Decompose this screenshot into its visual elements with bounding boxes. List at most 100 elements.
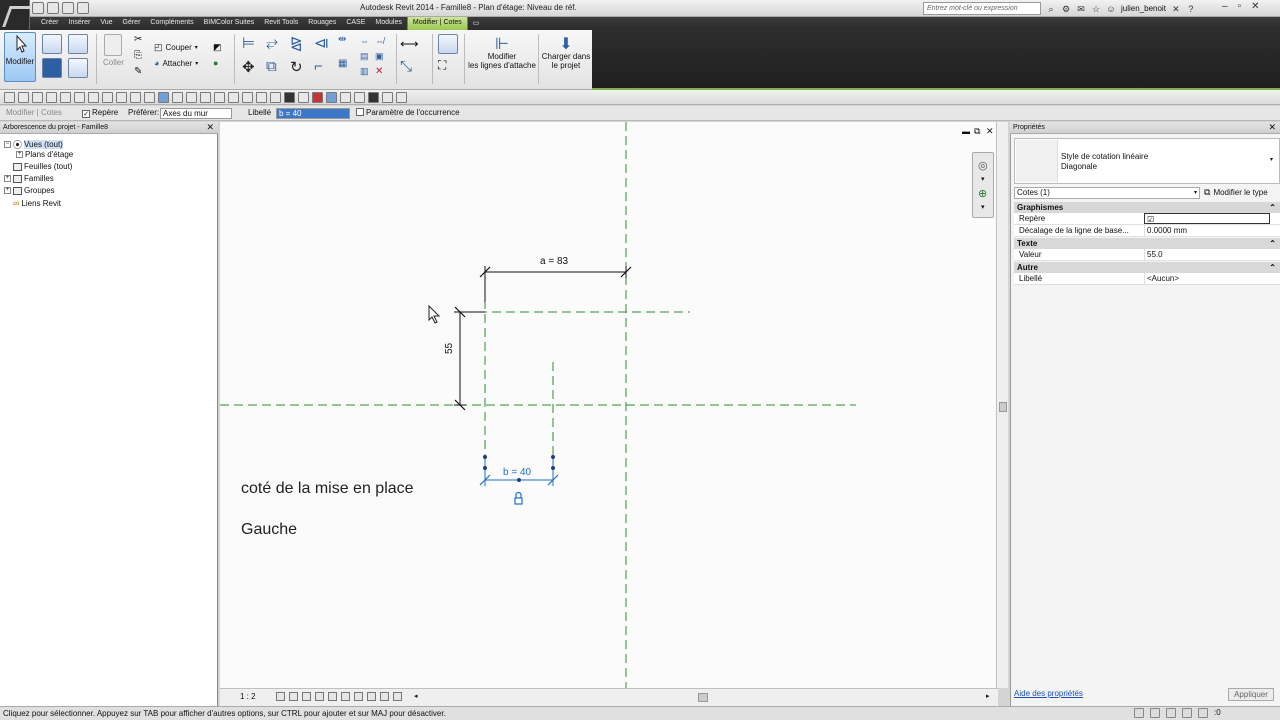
chevron-down-icon[interactable]: ▾ xyxy=(1270,156,1273,163)
paste-icon[interactable] xyxy=(104,34,122,56)
temp-hide-icon[interactable] xyxy=(353,692,363,701)
constraints-icon[interactable] xyxy=(392,692,402,701)
exchange-icon[interactable]: ✕ xyxy=(1171,4,1181,14)
sun-path-icon[interactable] xyxy=(301,692,311,701)
show-crop-icon[interactable] xyxy=(340,692,350,701)
sync-icon[interactable] xyxy=(32,92,43,103)
tree-item-revit-links[interactable]: ∞ Liens Revit xyxy=(4,198,61,208)
view-close-icon[interactable]: ✕ xyxy=(986,126,994,137)
mirror-draw-icon[interactable]: ⧏ xyxy=(314,34,338,58)
user-icon[interactable]: ☺ xyxy=(1106,4,1116,14)
expand-icon[interactable]: + xyxy=(4,175,11,182)
steering-wheel-icon[interactable]: ◎ xyxy=(978,159,988,172)
expand-icon[interactable]: + xyxy=(16,151,23,158)
open-icon[interactable] xyxy=(32,2,44,14)
measure-small-icon[interactable] xyxy=(88,92,99,103)
property-value[interactable]: 0.0000 mm xyxy=(1144,225,1270,236)
view-restore-icon[interactable]: ⧉ xyxy=(974,126,980,137)
type-properties-icon[interactable] xyxy=(68,34,88,54)
text-icon[interactable] xyxy=(116,92,127,103)
pinned-select-icon[interactable] xyxy=(1166,708,1176,718)
color-icon[interactable] xyxy=(326,92,337,103)
scroll-left-icon[interactable]: ◂ xyxy=(414,692,418,700)
visual-style-icon[interactable] xyxy=(288,692,298,701)
scroll-thumb[interactable] xyxy=(698,693,708,702)
shadows-icon[interactable] xyxy=(314,692,324,701)
tile-icon[interactable] xyxy=(200,92,211,103)
save-file-icon[interactable] xyxy=(18,92,29,103)
section-icon[interactable] xyxy=(144,92,155,103)
trim-icon[interactable]: ⌐ xyxy=(314,58,338,82)
detail-level-icon[interactable] xyxy=(275,692,285,701)
property-row-valeur[interactable]: Valeur 55.0 xyxy=(1014,249,1280,261)
dimension-a-text[interactable]: a = 83 xyxy=(540,256,568,267)
cut-geometry-button[interactable]: ◰ Couper ▾ xyxy=(154,42,198,53)
analytical-icon[interactable] xyxy=(379,692,389,701)
links-select-icon[interactable] xyxy=(1134,708,1144,718)
category-autre[interactable]: Autre ⌃ xyxy=(1014,262,1280,273)
tree-item-groups[interactable]: + Groupes xyxy=(4,186,55,195)
favorites-icon[interactable]: ☆ xyxy=(1091,4,1101,14)
collapse-icon[interactable]: − xyxy=(4,141,11,148)
tree-item-sheets[interactable]: Feuilles (tout) xyxy=(4,162,72,171)
chevron-down-icon[interactable]: ▾ xyxy=(981,203,985,211)
user-name[interactable]: julien_benoit xyxy=(1121,4,1166,13)
paint-icon[interactable]: ● xyxy=(213,58,218,68)
property-row-baseline-offset[interactable]: Décalage de la ligne de base... 0.0000 m… xyxy=(1014,225,1280,237)
create-group-icon[interactable]: ⛶ xyxy=(438,58,446,73)
grip-handle[interactable] xyxy=(483,455,487,459)
thin-lines-icon[interactable] xyxy=(158,92,169,103)
tab-case[interactable]: CASE xyxy=(341,17,370,30)
tab-inserer[interactable]: Insérer xyxy=(64,17,96,30)
load-into-project-button[interactable]: ⬇ Charger dans le projet xyxy=(540,34,592,84)
customize-qat-icon[interactable] xyxy=(396,92,407,103)
help-search-input[interactable]: Entrez mot-clé ou expression xyxy=(923,2,1041,15)
create-similar-icon[interactable] xyxy=(438,34,458,54)
view-minimize-icon[interactable]: ▬ xyxy=(962,127,970,136)
dimension-55[interactable] xyxy=(454,306,485,411)
property-row-libelle[interactable]: Libellé <Aucun> xyxy=(1014,273,1280,285)
filter-icon[interactable] xyxy=(228,92,239,103)
prefer-dropdown[interactable]: Axes du mur xyxy=(160,108,232,119)
tab-creer[interactable]: Créer xyxy=(36,17,64,30)
chevron-down-icon[interactable]: ▾ xyxy=(981,175,985,183)
array-small-icon[interactable]: ▤ xyxy=(360,51,375,66)
property-value[interactable]: <Aucun> xyxy=(1144,273,1270,284)
instance-filter-dropdown[interactable]: Cotes (1) ▾ xyxy=(1014,187,1200,199)
dimension-icon[interactable]: ⤡ xyxy=(400,58,412,75)
filter-count[interactable]: :0 xyxy=(1214,708,1221,718)
scale-icon[interactable]: ▣ xyxy=(375,51,390,66)
libelle-dropdown[interactable]: b = 40 xyxy=(276,108,350,119)
scroll-right-icon[interactable]: ▸ xyxy=(986,692,990,700)
settings-icon[interactable] xyxy=(382,92,393,103)
cut-icon[interactable]: ✂ xyxy=(134,34,142,45)
close-hidden-icon[interactable] xyxy=(172,92,183,103)
zoom-icon[interactable]: ⊕ xyxy=(978,187,987,200)
pin-icon[interactable]: ▥ xyxy=(360,66,375,81)
canvas-vertical-scrollbar[interactable] xyxy=(996,122,1008,688)
select-panel-icon[interactable] xyxy=(42,58,62,78)
property-value-checkbox[interactable]: ☑ xyxy=(1144,213,1270,224)
dimension-b-selected[interactable] xyxy=(479,455,559,505)
close-icon[interactable]: ✕ xyxy=(1251,1,1259,12)
drawing-svg[interactable] xyxy=(220,122,998,688)
copy-element-icon[interactable]: ⧉ xyxy=(266,58,290,82)
grip-handle[interactable] xyxy=(551,455,555,459)
dimension-b-text[interactable]: b = 40 xyxy=(503,467,531,478)
family-types-icon[interactable] xyxy=(68,58,88,78)
undo-icon[interactable] xyxy=(46,92,57,103)
detail-icon[interactable] xyxy=(284,92,295,103)
dimension-a[interactable] xyxy=(479,266,632,302)
edit-type-button[interactable]: ⧉ Modifier le type xyxy=(1204,187,1268,198)
tab-modules[interactable]: Modules xyxy=(370,17,406,30)
properties-icon[interactable] xyxy=(42,34,62,54)
redo-icon[interactable] xyxy=(60,92,71,103)
region-icon[interactable] xyxy=(270,92,281,103)
communication-icon[interactable]: ✉ xyxy=(1076,4,1086,14)
offset-icon[interactable]: ⥂ xyxy=(266,34,290,58)
properties-help-link[interactable]: Aide des propriétés xyxy=(1014,689,1083,698)
3d-view-icon[interactable] xyxy=(130,92,141,103)
property-value[interactable]: 55.0 xyxy=(1144,249,1270,260)
close-icon[interactable]: ✕ xyxy=(1268,122,1276,133)
drag-select-icon[interactable] xyxy=(1198,708,1208,718)
